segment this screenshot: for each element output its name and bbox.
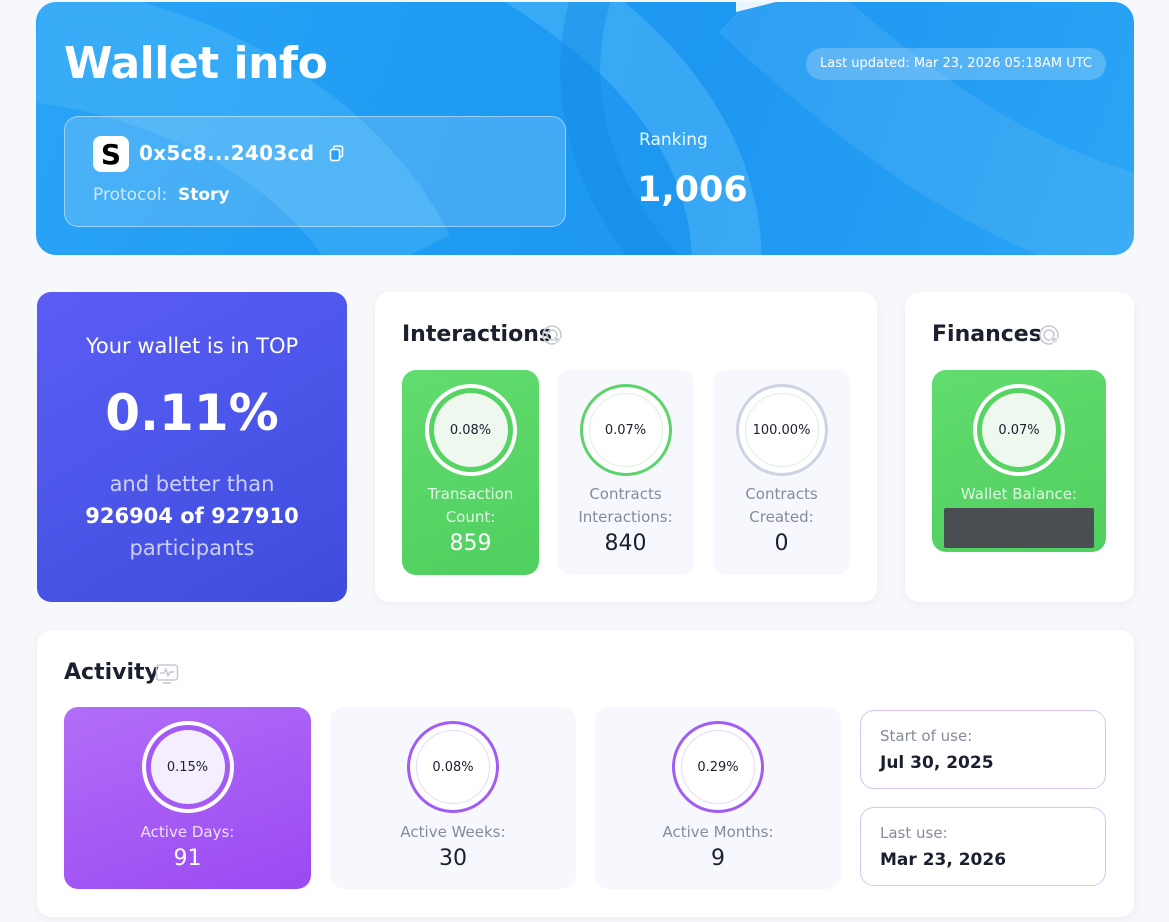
transaction-count-label-2: Count: bbox=[445, 508, 496, 526]
percent-ring: 100.00% bbox=[735, 384, 828, 476]
svg-text:S: S bbox=[101, 139, 121, 169]
wallet-balance-label: Wallet Balance: bbox=[960, 485, 1078, 503]
ranking-label: Ranking bbox=[639, 130, 708, 150]
wallet-address-card: S 0x5c8...2403cd Protocol: Story bbox=[64, 116, 566, 227]
start-of-use-label: Start of use: bbox=[880, 727, 973, 745]
contracts-created-tile: 100.00% Contracts Created: 0 bbox=[713, 370, 850, 575]
contracts-created-label-1: Contracts bbox=[745, 485, 818, 503]
active-weeks-value: 30 bbox=[439, 846, 467, 871]
wallet-info-header: Wallet info Last updated: Mar 23, 2026 0… bbox=[36, 2, 1134, 255]
wallet-address: 0x5c8...2403cd bbox=[139, 141, 315, 165]
last-use-label: Last use: bbox=[880, 824, 948, 842]
start-of-use-value: Jul 30, 2025 bbox=[880, 753, 994, 773]
transaction-count-percent: 0.08% bbox=[433, 393, 508, 467]
last-use-card: Last use: Mar 23, 2026 bbox=[860, 807, 1106, 886]
percent-ring: 0.08% bbox=[407, 721, 499, 813]
top-percentile-card: Your wallet is in TOP 0.11% and better t… bbox=[37, 292, 347, 602]
active-months-value: 9 bbox=[711, 846, 725, 871]
start-of-use-card: Start of use: Jul 30, 2025 bbox=[860, 710, 1106, 789]
active-days-percent: 0.15% bbox=[150, 730, 225, 804]
participants-text: participants bbox=[129, 536, 255, 560]
wallet-balance-percent: 0.07% bbox=[982, 393, 1056, 467]
last-use-value: Mar 23, 2026 bbox=[880, 850, 1007, 870]
copy-icon[interactable] bbox=[329, 145, 345, 163]
page-title: Wallet info bbox=[64, 38, 328, 89]
participants-count: 926904 of 927910 bbox=[85, 504, 299, 528]
contracts-interactions-label-1: Contracts bbox=[589, 485, 662, 503]
active-days-label: Active Days: bbox=[140, 823, 235, 841]
redacted-balance-value bbox=[944, 508, 1094, 548]
percent-ring: 0.15% bbox=[141, 721, 234, 813]
active-months-tile: 0.29% Active Months: 9 bbox=[595, 707, 841, 889]
top-percent-value: 0.11% bbox=[105, 384, 279, 442]
contracts-created-label-2: Created: bbox=[749, 508, 814, 526]
percent-ring: 0.07% bbox=[579, 384, 672, 476]
contracts-created-percent: 100.00% bbox=[744, 393, 819, 467]
contracts-created-value: 0 bbox=[774, 531, 789, 556]
transaction-count-label-1: Transaction bbox=[427, 485, 514, 503]
active-weeks-label: Active Weeks: bbox=[400, 823, 506, 841]
finances-title: Finances bbox=[932, 322, 1042, 347]
activity-chart-icon bbox=[155, 662, 179, 686]
last-updated-badge: Last updated: Mar 23, 2026 05:18AM UTC bbox=[806, 48, 1106, 80]
active-months-percent: 0.29% bbox=[681, 730, 755, 804]
better-than-text: and better than bbox=[109, 472, 275, 496]
story-logo-icon: S bbox=[93, 136, 129, 172]
percent-ring: 0.07% bbox=[973, 384, 1065, 476]
transaction-count-value: 859 bbox=[449, 531, 492, 556]
activity-title: Activity bbox=[64, 660, 159, 685]
top-heading: Your wallet is in TOP bbox=[85, 334, 299, 358]
protocol-value: Story bbox=[178, 185, 230, 205]
pointer-click-icon bbox=[1038, 324, 1062, 348]
wallet-balance-tile: 0.07% Wallet Balance: bbox=[932, 370, 1106, 552]
activity-panel: Activity 0.15% Active Days: 91 0.08% Act… bbox=[37, 630, 1134, 917]
contracts-interactions-percent: 0.07% bbox=[588, 393, 663, 467]
wallet-info-page: Wallet info Last updated: Mar 23, 2026 0… bbox=[0, 0, 1169, 922]
contracts-interactions-tile: 0.07% Contracts Interactions: 840 bbox=[557, 370, 694, 575]
contracts-interactions-label-2: Interactions: bbox=[578, 508, 673, 526]
active-days-value: 91 bbox=[173, 846, 202, 871]
percent-ring: 0.29% bbox=[672, 721, 764, 813]
transaction-count-tile: 0.08% Transaction Count: 859 bbox=[402, 370, 539, 575]
interactions-panel: Interactions 0.08% Transaction Count: 85… bbox=[375, 292, 877, 602]
pointer-click-icon bbox=[541, 324, 565, 348]
finances-panel: Finances 0.07% Wallet Balance: bbox=[905, 292, 1134, 602]
ranking-value: 1,006 bbox=[637, 170, 748, 210]
percent-ring: 0.08% bbox=[424, 384, 517, 476]
interactions-title: Interactions bbox=[402, 322, 552, 347]
active-days-tile: 0.15% Active Days: 91 bbox=[64, 707, 311, 889]
active-months-label: Active Months: bbox=[662, 823, 774, 841]
active-weeks-percent: 0.08% bbox=[416, 730, 490, 804]
contracts-interactions-value: 840 bbox=[604, 531, 647, 556]
protocol-label: Protocol: bbox=[93, 185, 168, 205]
active-weeks-tile: 0.08% Active Weeks: 30 bbox=[330, 707, 576, 889]
